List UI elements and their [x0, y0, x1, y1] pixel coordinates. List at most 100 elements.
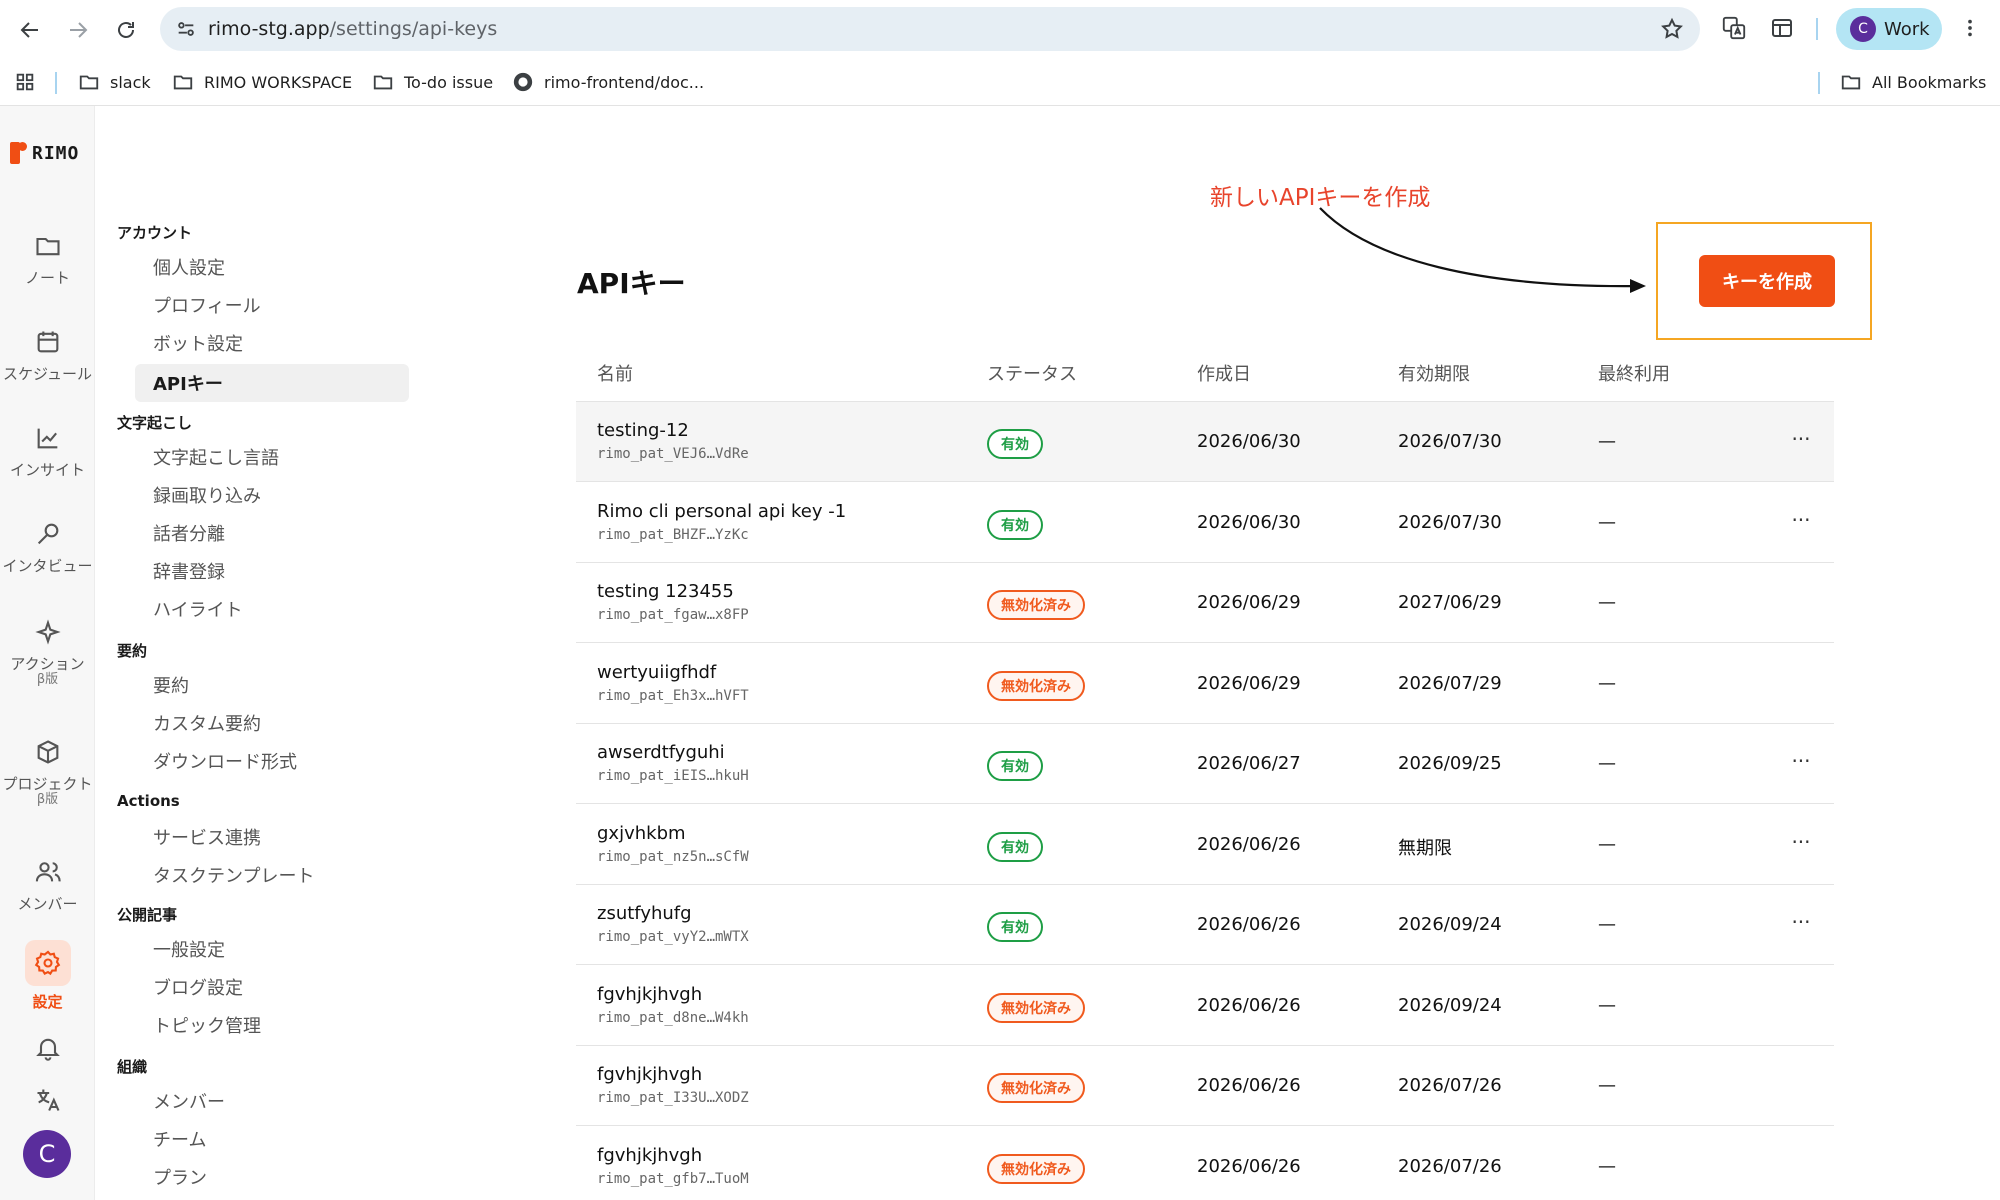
- table-row[interactable]: fgvhjkjhvgh rimo_pat_gfb7…TuoM 無効化済み 2026/0…: [576, 1127, 1834, 1200]
- nav-item-plan[interactable]: プラン: [135, 1158, 409, 1196]
- all-bookmarks[interactable]: All Bookmarks: [1840, 70, 1986, 94]
- table-row[interactable]: zsutfyhufg rimo_pat_vyY2…mWTX 有効 2026/06/26…: [576, 885, 1834, 965]
- nav-item-api-keys[interactable]: APIキー: [135, 364, 409, 402]
- notifications-button[interactable]: [0, 1034, 95, 1062]
- reload-button[interactable]: [108, 12, 144, 48]
- nav-item-dictionary[interactable]: 辞書登録: [135, 552, 409, 590]
- nav-item-highlight[interactable]: ハイライト: [135, 590, 409, 628]
- rail-item-schedule[interactable]: スケジュール: [0, 328, 95, 383]
- address-bar[interactable]: rimo-stg.app/settings/api-keys: [160, 7, 1700, 51]
- nav-item-teams[interactable]: チーム: [135, 1120, 409, 1158]
- nav-item-download-format[interactable]: ダウンロード形式: [135, 742, 409, 780]
- create-key-button[interactable]: キーを作成: [1699, 255, 1835, 307]
- site-settings-icon[interactable]: [174, 17, 198, 41]
- last-used: —: [1598, 994, 1616, 1016]
- status-badge: 無効化済み: [987, 1073, 1085, 1103]
- bookmark-slack[interactable]: slack: [78, 70, 151, 94]
- key-name: Rimo cli personal api key -1: [597, 500, 847, 522]
- nav-item-general[interactable]: 一般設定: [135, 930, 409, 968]
- table-row[interactable]: wertyuiigfhdf rimo_pat_Eh3x…hVFT 無効化済み 2026…: [576, 644, 1834, 724]
- key-name: zsutfyhufg: [597, 903, 692, 924]
- nav-item-blog[interactable]: ブログ設定: [135, 968, 409, 1006]
- column-header-created: 作成日: [1197, 364, 1251, 385]
- rail-item-interview[interactable]: インタビュー: [0, 520, 95, 575]
- row-more-menu-icon[interactable]: ···: [1786, 427, 1816, 457]
- profile-button[interactable]: C Work: [1836, 8, 1942, 50]
- status-badge: 有効: [987, 429, 1043, 459]
- arrow-right-icon: [70, 22, 88, 38]
- rail-item-action[interactable]: アクション β版: [0, 618, 95, 687]
- table-row[interactable]: testing 123455 rimo_pat_fgaw…x8FP 無効化済み 202…: [576, 563, 1834, 643]
- row-more-menu-icon[interactable]: ···: [1786, 910, 1816, 940]
- nav-item-bot[interactable]: ボット設定: [135, 324, 409, 362]
- expiry-date: 2026/09/24: [1398, 914, 1502, 935]
- created-date: 2026/06/29: [1197, 592, 1301, 613]
- bookmark-star-icon[interactable]: [1660, 17, 1684, 41]
- created-date: 2026/06/26: [1197, 833, 1301, 855]
- nav-item-members[interactable]: メンバー: [135, 1082, 409, 1120]
- nav-item-transcription-language[interactable]: 文字起こし言語: [135, 438, 409, 476]
- back-button[interactable]: [12, 12, 48, 48]
- nav-group-organization: 組織: [117, 1058, 148, 1076]
- table-row[interactable]: awserdtfyguhi rimo_pat_iEIS…hkuH 有効 2026/06…: [576, 724, 1834, 804]
- rail-item-project[interactable]: プロジェクト β版: [0, 738, 95, 807]
- table-row[interactable]: fgvhjkjhvgh rimo_pat_I33U…XODZ 無効化済み 2026/0…: [576, 1046, 1834, 1126]
- nav-item-recording-import[interactable]: 録画取り込み: [135, 476, 409, 514]
- language-button[interactable]: [0, 1086, 95, 1114]
- created-date: 2026/06/26: [1197, 994, 1301, 1016]
- folder-icon: [173, 75, 193, 90]
- profile-avatar: C: [1850, 16, 1876, 42]
- key-prefix: rimo_pat_d8ne…W4kh: [597, 1009, 749, 1026]
- expiry-date: 2026/07/29: [1398, 672, 1502, 694]
- last-used: —: [1598, 1155, 1616, 1177]
- bookmarks-divider: [1818, 72, 1820, 94]
- key-name: wertyuiigfhdf: [597, 661, 717, 683]
- folder-icon: [1841, 75, 1861, 90]
- translate-icon[interactable]: [1720, 14, 1748, 42]
- gear-icon: [34, 950, 60, 976]
- row-more-menu-icon[interactable]: ···: [1786, 749, 1816, 779]
- rail-item-settings[interactable]: 設定: [0, 940, 95, 1011]
- box-icon: [37, 740, 58, 764]
- created-date: 2026/06/26: [1197, 1075, 1301, 1096]
- nav-item-integrations[interactable]: サービス連携: [135, 818, 409, 856]
- logo-mark: [10, 142, 27, 164]
- last-used: —: [1598, 1075, 1616, 1096]
- created-date: 2026/06/27: [1197, 753, 1301, 774]
- key-name: fgvhjkjhvgh: [597, 983, 703, 1005]
- bookmark-rimo-workspace[interactable]: RIMO WORKSPACE: [172, 70, 352, 94]
- status-badge: 無効化済み: [987, 992, 1085, 1023]
- nav-item-task-template[interactable]: タスクテンプレート: [135, 856, 409, 894]
- rail-item-insight[interactable]: インサイト: [0, 424, 95, 479]
- bookmarks-bar: slack RIMO WORKSPACE To-do issue rimo-fr…: [0, 62, 2000, 102]
- column-header-expiry: 有効期限: [1398, 364, 1470, 385]
- browser-menu-icon[interactable]: [1956, 14, 1984, 42]
- key-prefix: rimo_pat_VEJ6…VdRe: [597, 446, 749, 462]
- row-more-menu-icon[interactable]: ···: [1786, 508, 1816, 538]
- forward-button[interactable]: [60, 12, 96, 48]
- last-used: —: [1598, 753, 1616, 774]
- user-avatar[interactable]: C: [23, 1130, 71, 1178]
- column-header-status: ステータス: [987, 364, 1077, 385]
- row-more-menu-icon[interactable]: ···: [1786, 830, 1816, 860]
- table-row[interactable]: Rimo cli personal api key -1 rimo_pat_BHZ…: [576, 483, 1834, 563]
- side-panel-icon[interactable]: [1768, 14, 1796, 42]
- apps-grid-icon[interactable]: [14, 70, 46, 94]
- url-text: rimo-stg.app/settings/api-keys: [208, 18, 498, 40]
- bookmark-todo-issue[interactable]: To-do issue: [372, 70, 493, 94]
- table-row[interactable]: gxjvhkbm rimo_pat_nz5n…sCfW 有効 2026/06/26 無期…: [576, 805, 1834, 885]
- nav-item-personal[interactable]: 個人設定: [135, 248, 409, 286]
- nav-item-summary[interactable]: 要約: [135, 666, 409, 704]
- table-row[interactable]: testing-12 rimo_pat_VEJ6…VdRe 有効 2026/06/30…: [576, 402, 1834, 482]
- nav-item-speaker-diarization[interactable]: 話者分離: [135, 514, 409, 552]
- rimo-logo[interactable]: RIMO: [10, 142, 79, 164]
- bookmark-rimo-frontend[interactable]: rimo-frontend/doc...: [512, 70, 704, 94]
- nav-item-profile[interactable]: プロフィール: [135, 286, 409, 324]
- table-row[interactable]: fgvhjkjhvgh rimo_pat_d8ne…W4kh 無効化済み 2026/0…: [576, 966, 1834, 1046]
- rail-item-members[interactable]: メンバー: [0, 858, 95, 913]
- nav-item-topics[interactable]: トピック管理: [135, 1006, 409, 1044]
- settings-icon-box: [24, 940, 71, 986]
- nav-item-custom-summary[interactable]: カスタム要約: [135, 704, 409, 742]
- status-badge: 無効化済み: [987, 670, 1085, 701]
- rail-item-notes[interactable]: ノート: [0, 232, 95, 287]
